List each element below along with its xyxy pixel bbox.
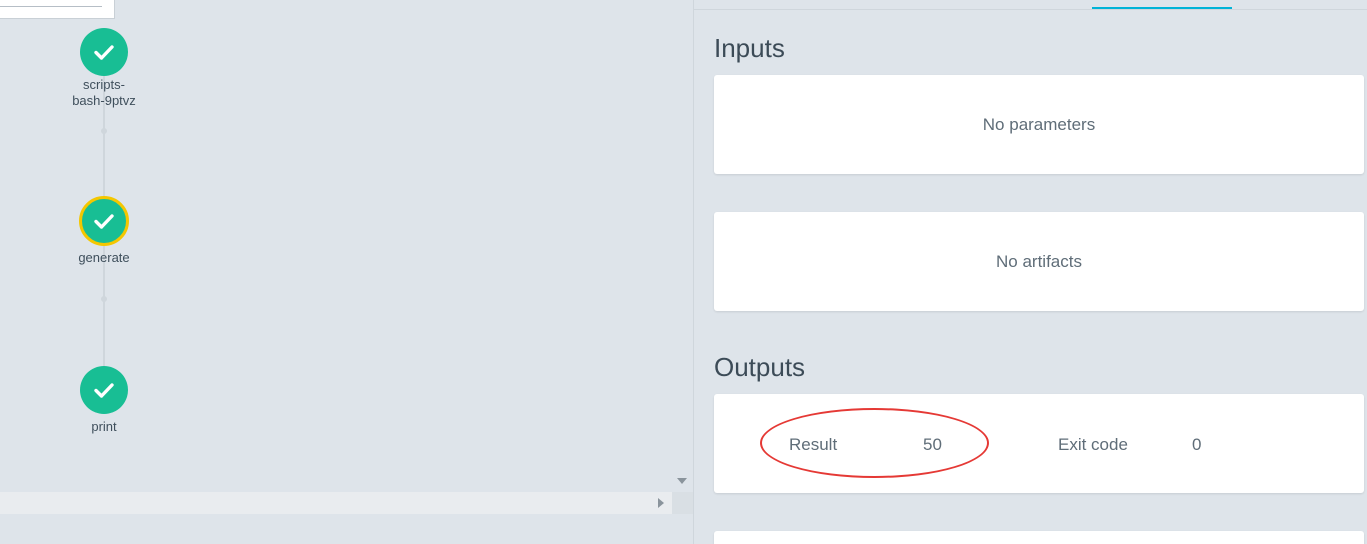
check-icon [94,214,114,229]
scroll-down-arrow-icon[interactable] [677,478,687,484]
no-parameters-text: No parameters [982,114,1096,134]
app-root: scripts- bash-9ptvz generate print Input… [0,0,1367,544]
active-tab-indicator[interactable] [1092,7,1232,9]
scrollbar-corner [672,492,693,514]
vertical-scrollbar[interactable] [672,0,693,492]
scroll-right-arrow-icon[interactable] [658,498,664,508]
divider [0,6,102,7]
node-label: print [91,419,117,434]
node-label: scripts- bash-9ptvz [72,77,136,108]
node-print[interactable] [80,366,128,414]
outputs-card: Result 50 Exit code 0 [714,394,1364,493]
workflow-graph-panel[interactable]: scripts- bash-9ptvz generate print [0,0,672,492]
horizontal-scrollbar[interactable] [0,492,672,514]
no-artifacts-text: No artifacts [996,251,1082,271]
graph-edge-dot [101,296,107,302]
parameters-card: No parameters [714,75,1364,174]
tab-bar-border [694,9,1367,10]
node-label: generate [78,250,130,265]
check-icon [94,383,114,398]
outputs-title: Outputs [714,352,806,382]
next-card-partial [714,531,1364,544]
graph-node-card-partial[interactable] [0,0,115,19]
result-value: 50 [923,435,942,454]
exit-code-label: Exit code [1058,435,1128,454]
graph-edge-dot [101,128,107,134]
inputs-title: Inputs [714,33,785,63]
check-icon [94,45,114,60]
artifacts-card: No artifacts [714,212,1364,311]
node-scripts-bash[interactable] [80,28,128,76]
node-details-panel: Inputs No parameters No artifacts Output… [694,0,1367,544]
result-label: Result [789,435,838,454]
node-generate[interactable] [79,196,129,246]
exit-code-value: 0 [1192,435,1202,454]
